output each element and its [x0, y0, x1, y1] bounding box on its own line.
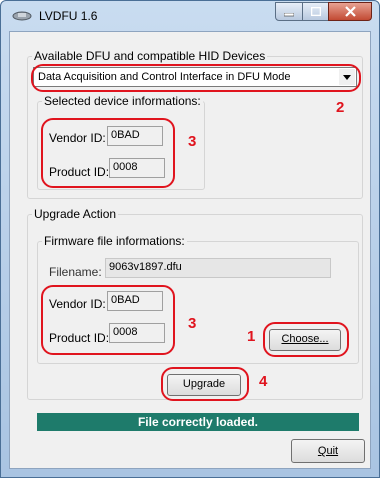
- devices-group-legend: Available DFU and compatible HID Devices: [34, 49, 266, 63]
- close-button[interactable]: [328, 2, 372, 21]
- annotation-number: 2: [336, 99, 345, 116]
- filename-label: Filename:: [49, 265, 102, 279]
- title-bar[interactable]: LVDFU 1.6: [1, 1, 379, 31]
- annotation-selected-ids: [41, 118, 175, 188]
- app-window: LVDFU 1.6 Available DFU and compatible H…: [0, 0, 380, 478]
- quit-label: Quit: [317, 445, 339, 457]
- filename-value: 9063v1897.dfu: [105, 258, 331, 278]
- quit-button[interactable]: Quit: [291, 439, 365, 463]
- annotation-firmware-ids: [41, 285, 175, 355]
- annotation-upgrade-button: [161, 367, 249, 401]
- firmware-info-legend: Firmware file informations:: [44, 234, 185, 248]
- status-bar: File correctly loaded.: [37, 413, 359, 431]
- close-icon: [345, 6, 356, 17]
- upgrade-group-legend: Upgrade Action: [34, 207, 117, 221]
- annotation-number: 1: [247, 328, 256, 345]
- window-title: LVDFU 1.6: [39, 9, 98, 23]
- minimize-button[interactable]: [275, 2, 303, 21]
- selected-device-info-legend: Selected device informations:: [44, 94, 201, 108]
- maximize-icon: [311, 7, 321, 16]
- annotation-number: 3: [188, 133, 197, 150]
- annotation-number: 4: [259, 373, 268, 390]
- annotation-choose-button: [263, 322, 349, 357]
- minimize-icon: [284, 13, 294, 17]
- maximize-button[interactable]: [302, 2, 329, 21]
- annotation-number: 3: [188, 315, 197, 332]
- dfu-app-icon: [12, 11, 32, 21]
- annotation-device-select: [31, 64, 361, 92]
